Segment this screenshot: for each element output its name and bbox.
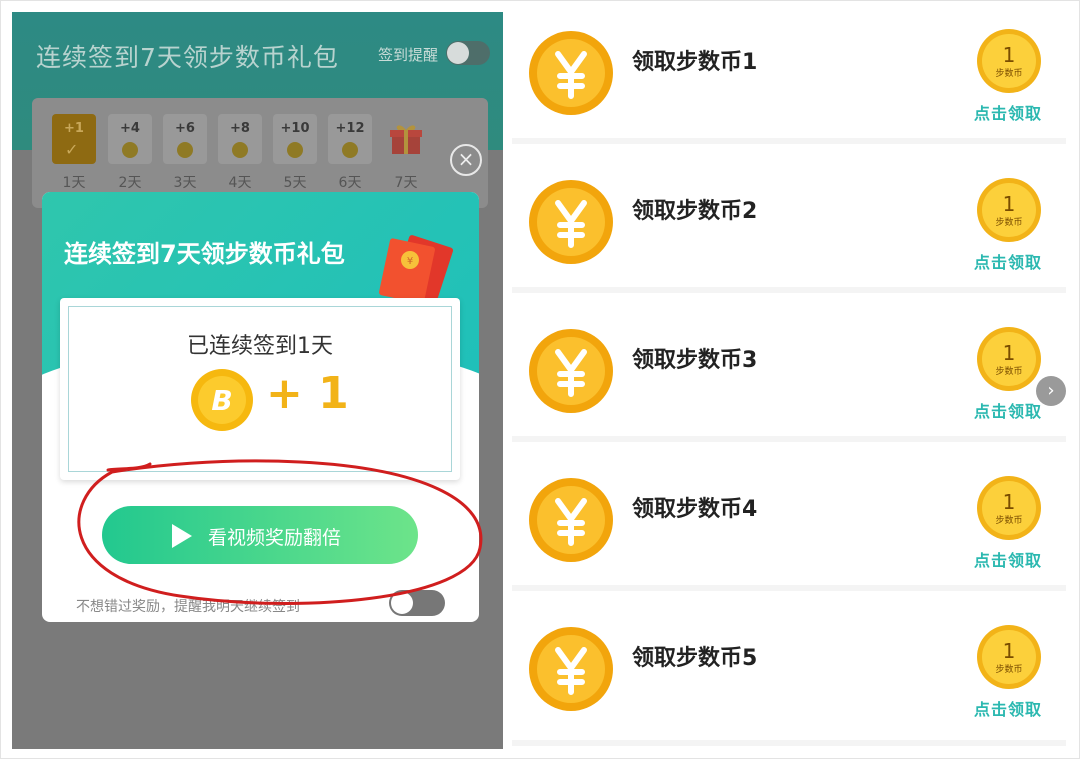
coin-badge-icon: 1 步数币 xyxy=(977,476,1041,540)
coin-icon xyxy=(342,142,358,158)
day-label: 3天 xyxy=(173,175,197,191)
coin-badge-icon: 1 步数币 xyxy=(977,625,1041,689)
check-icon: ✓ xyxy=(65,140,79,159)
list-item: 领取步数币4 1 步数币 点击领取 xyxy=(512,451,1066,591)
claim-button[interactable]: 点击领取 xyxy=(974,100,1042,124)
yen-coin-icon xyxy=(529,627,613,711)
day-item-4[interactable]: +8 4天 xyxy=(218,114,262,192)
day-points: +6 xyxy=(175,121,195,136)
list-item: 领取步数币5 1 步数币 点击领取 xyxy=(512,600,1066,746)
header-title: 连续签到7天领步数币礼包 xyxy=(36,43,339,72)
day-label: 6天 xyxy=(338,175,362,191)
badge-number: 1 xyxy=(1003,341,1016,365)
day-points: +10 xyxy=(280,121,310,136)
coin-icon xyxy=(287,142,303,158)
remind-tomorrow-text: 不想错过奖励，提醒我明天继续签到 xyxy=(76,599,300,615)
remind-tomorrow-toggle[interactable] xyxy=(389,590,445,616)
coin-badge-icon: 1 步数币 xyxy=(977,178,1041,242)
badge-number: 1 xyxy=(1003,490,1016,514)
play-icon xyxy=(172,524,192,548)
list-item: 领取步数币2 1 步数币 点击领取 xyxy=(512,153,1066,293)
day-item-2[interactable]: +4 2天 xyxy=(108,114,152,192)
coin-icon xyxy=(177,142,193,158)
day-label: 2天 xyxy=(118,175,142,191)
item-name: 领取步数币2 xyxy=(632,199,758,224)
watch-video-double-button[interactable]: 看视频奖励翻倍 xyxy=(102,506,418,564)
gift-icon xyxy=(390,125,422,154)
badge-unit: 步数币 xyxy=(995,514,1022,526)
item-name: 领取步数币5 xyxy=(632,646,758,671)
coin-claim-list: 领取步数币1 1 步数币 点击领取 领取步数币2 1 步数币 点击领取 领取步数… xyxy=(512,4,1068,755)
badge-unit: 步数币 xyxy=(995,216,1022,228)
day-item-3[interactable]: +6 3天 xyxy=(163,114,207,192)
svg-text:¥: ¥ xyxy=(407,256,413,267)
coin-badge-icon: 1 步数币 xyxy=(977,29,1041,93)
day-item-5[interactable]: +10 5天 xyxy=(273,114,317,192)
day-label: 5天 xyxy=(283,175,307,191)
item-name: 领取步数币3 xyxy=(632,348,758,373)
yen-coin-icon xyxy=(529,478,613,562)
coin-icon xyxy=(122,142,138,158)
day-item-7[interactable]: 7天 xyxy=(384,114,428,192)
coin-letter: B xyxy=(211,384,232,417)
day-label: 7天 xyxy=(394,175,418,191)
list-item: 领取步数币1 1 步数币 点击领取 xyxy=(512,4,1066,144)
claim-button[interactable]: 点击领取 xyxy=(974,547,1042,571)
day-item-1[interactable]: +1 ✓ 1天 xyxy=(52,114,96,192)
red-envelope-icon: ¥ xyxy=(379,235,454,304)
badge-number: 1 xyxy=(1003,192,1016,216)
badge-unit: 步数币 xyxy=(995,663,1022,675)
b-coin-icon: B xyxy=(191,369,253,431)
badge-unit: 步数币 xyxy=(995,365,1022,377)
coin-icon xyxy=(232,142,248,158)
badge-number: 1 xyxy=(1003,43,1016,67)
signin-reward-modal: 连续签到7天领步数币礼包 ¥ 已连续签到1天 B + 1 看视频奖励翻倍 不想错… xyxy=(42,192,479,622)
streak-text: 已连续签到1天 xyxy=(187,334,333,359)
toggle-knob xyxy=(391,592,413,614)
day-points: +1 xyxy=(64,121,84,136)
claim-button[interactable]: 点击领取 xyxy=(974,398,1042,422)
day-label: 4天 xyxy=(228,175,252,191)
reward-card: 已连续签到1天 B + 1 xyxy=(60,298,460,480)
yen-coin-icon xyxy=(529,31,613,115)
coin-badge-icon: 1 步数币 xyxy=(977,327,1041,391)
day-points: +8 xyxy=(230,121,250,136)
badge-number: 1 xyxy=(1003,639,1016,663)
list-item: 领取步数币3 1 步数币 点击领取 xyxy=(512,302,1066,442)
claim-button[interactable]: 点击领取 xyxy=(974,696,1042,720)
video-button-label: 看视频奖励翻倍 xyxy=(208,527,342,549)
remind-toggle[interactable] xyxy=(446,41,490,65)
day-points: +12 xyxy=(335,121,365,136)
yen-coin-icon xyxy=(529,180,613,264)
signin-phone-screen: 连续签到7天领步数币礼包 签到提醒 +1 ✓ 1天 +4 2天 +6 3天 +8 … xyxy=(12,12,503,749)
item-name: 领取步数币4 xyxy=(632,497,758,522)
day-label: 1天 xyxy=(62,175,86,191)
item-name: 领取步数币1 xyxy=(632,50,758,75)
toggle-knob xyxy=(447,42,469,64)
claim-button[interactable]: 点击领取 xyxy=(974,249,1042,273)
reward-amount: + 1 xyxy=(266,368,349,419)
day-item-6[interactable]: +12 6天 xyxy=(328,114,372,192)
modal-title: 连续签到7天领步数币礼包 xyxy=(64,240,345,268)
close-icon[interactable]: × xyxy=(450,144,482,176)
remind-label: 签到提醒 xyxy=(378,46,439,64)
chevron-right-icon[interactable]: › xyxy=(1036,376,1066,406)
badge-unit: 步数币 xyxy=(995,67,1022,79)
day-points: +4 xyxy=(120,121,140,136)
yen-coin-icon xyxy=(529,329,613,413)
